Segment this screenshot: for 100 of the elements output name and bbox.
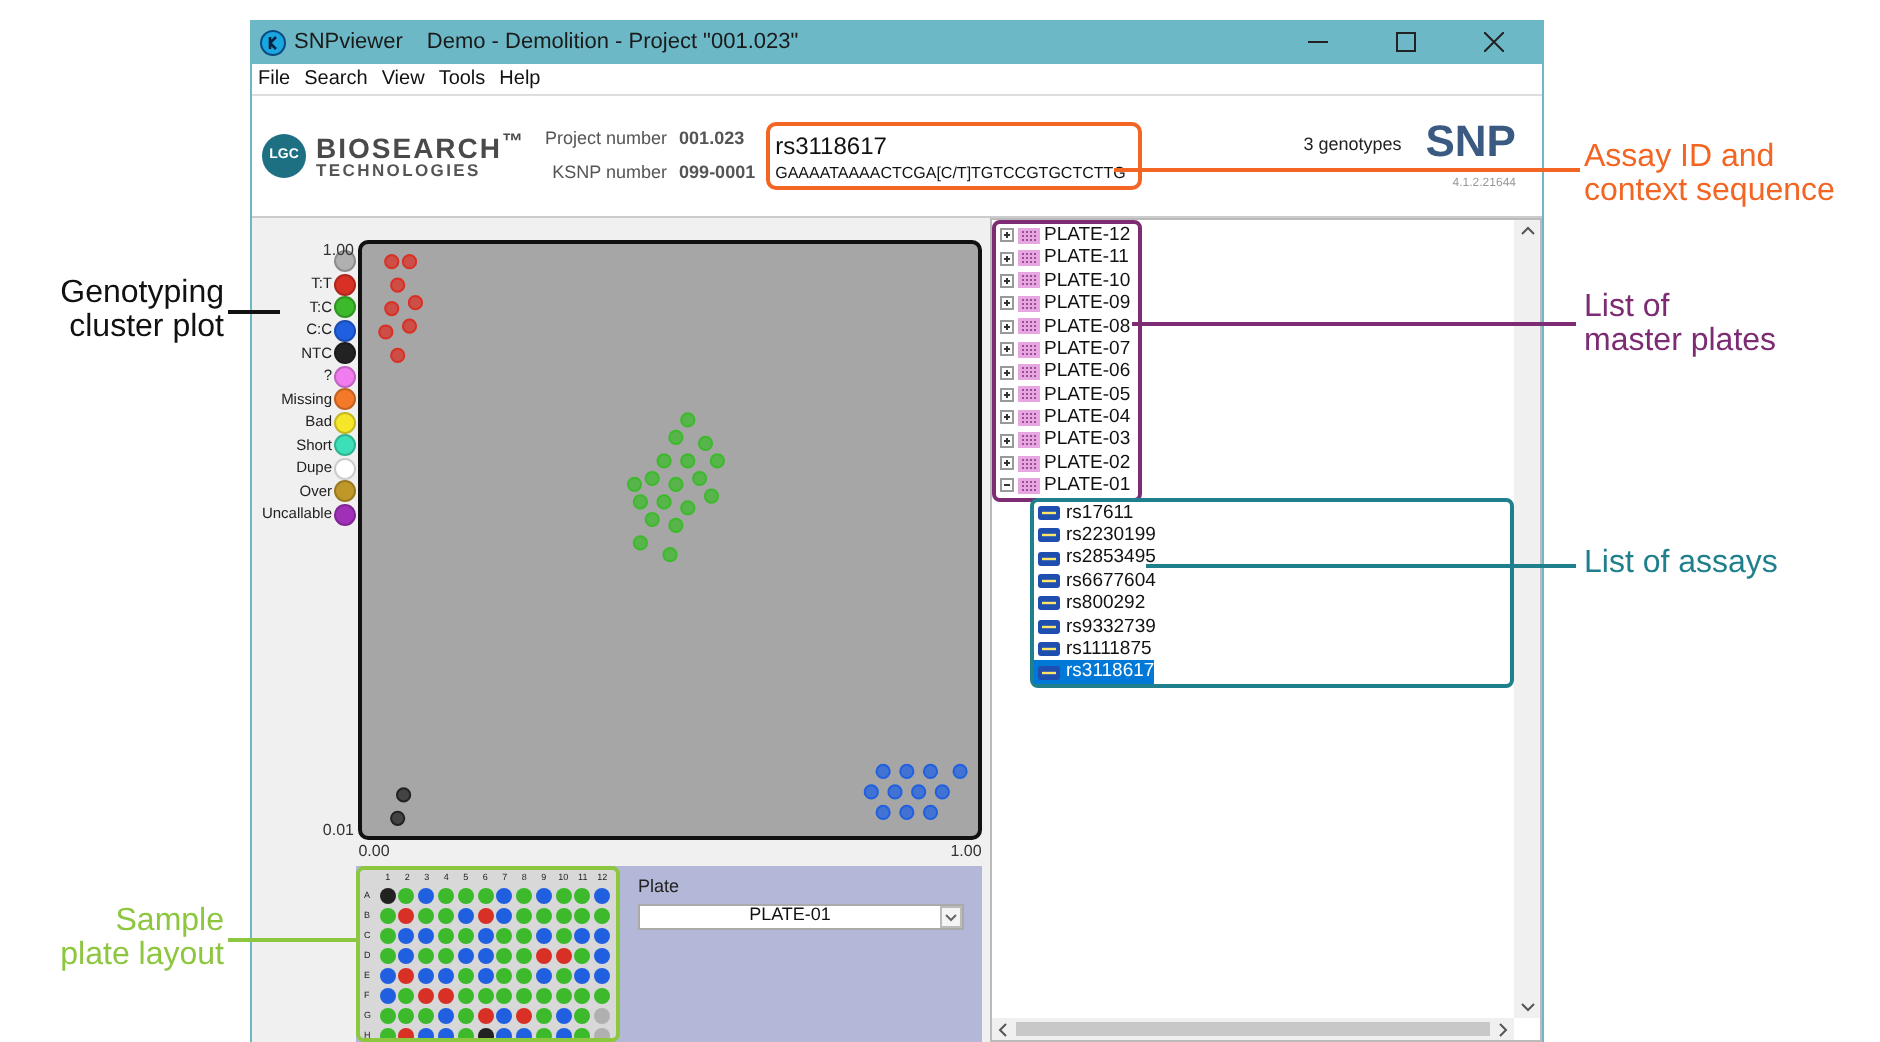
plate-icon — [1018, 386, 1040, 403]
leader-line — [228, 310, 280, 314]
brand-subtitle: TECHNOLOGIES — [316, 161, 483, 179]
field-value: 099-0001 — [679, 160, 756, 186]
data-point — [922, 763, 939, 780]
vertical-scrollbar[interactable] — [1514, 220, 1540, 1018]
assay-icon — [1038, 528, 1060, 543]
tree-item[interactable]: PLATE-05 — [1044, 385, 1131, 405]
data-point — [934, 784, 950, 800]
expand-icon[interactable] — [1000, 387, 1014, 402]
field-value: 001.023 — [679, 125, 747, 151]
expand-icon[interactable] — [1000, 342, 1014, 357]
expand-icon[interactable] — [1000, 296, 1014, 311]
tree-item[interactable]: rs800292 — [1034, 592, 1146, 616]
expand-icon[interactable] — [1000, 365, 1014, 380]
data-point — [875, 804, 891, 821]
tree-item[interactable]: PLATE-07 — [1044, 339, 1131, 359]
assay-id: rs3118617 — [775, 130, 889, 164]
expand-icon[interactable] — [1000, 319, 1014, 334]
horizontal-scrollbar[interactable] — [992, 1018, 1514, 1040]
tree-item[interactable]: PLATE-11 — [1044, 248, 1129, 268]
assay-icon — [1038, 665, 1060, 680]
tree-item[interactable]: PLATE-09 — [1044, 294, 1131, 314]
assay-icon — [1038, 574, 1060, 589]
plate-icon — [1018, 272, 1040, 289]
tree-item[interactable]: rs6677604 — [1034, 569, 1156, 593]
callout-label: List of master plates — [1584, 290, 1777, 358]
plate-icon — [1018, 477, 1040, 494]
expand-icon[interactable] — [1000, 251, 1014, 266]
context-sequence: GAAAATAAAACTCGA[C/T]TGTCCGTGCTCTTG — [775, 164, 1128, 184]
expand-icon[interactable] — [1000, 273, 1014, 288]
product-logo: SNP — [1425, 119, 1516, 163]
close-icon — [1484, 32, 1504, 52]
tree-item[interactable]: PLATE-10 — [1044, 271, 1131, 291]
data-point — [875, 763, 891, 780]
plate-icon — [1018, 364, 1040, 381]
genotype-count: 3 genotypes — [1303, 132, 1402, 159]
maximize-icon — [1396, 32, 1416, 52]
menu-item[interactable]: Help — [499, 64, 541, 94]
assay-icon — [1038, 619, 1060, 634]
field-label: KSNP number — [550, 160, 668, 186]
tree-item[interactable]: rs17611 — [1034, 501, 1134, 525]
axis-tick-label: 1.00 — [950, 842, 982, 860]
menu-item[interactable]: View — [381, 64, 425, 94]
plate-icon — [1018, 341, 1040, 358]
plate-icon — [1018, 295, 1040, 312]
data-point — [390, 347, 406, 364]
tree-item[interactable]: PLATE-06 — [1044, 362, 1131, 382]
plate-icon — [1018, 409, 1040, 426]
field-label: Project number — [545, 125, 668, 152]
assay-icon — [1038, 505, 1060, 520]
data-point — [632, 535, 648, 551]
plate-icon — [1018, 455, 1040, 472]
field-label: Plate — [638, 874, 682, 900]
menu-item[interactable]: Tools — [438, 64, 486, 94]
plate-icon — [1018, 432, 1040, 449]
callout-label: Genotyping cluster plot — [58, 276, 224, 344]
data-point — [662, 547, 678, 563]
tree-item[interactable]: PLATE-03 — [1044, 430, 1131, 450]
plate-icon — [1018, 318, 1040, 335]
data-point — [887, 784, 903, 800]
tree-item[interactable]: rs2853495 — [1034, 546, 1156, 570]
scroll-up-icon — [1519, 226, 1535, 236]
assay-icon — [1038, 596, 1060, 611]
tree-item[interactable]: rs9332739 — [1034, 615, 1156, 639]
axis-tick-label: 0.00 — [358, 842, 390, 860]
tree-item[interactable]: PLATE-08 — [1044, 317, 1131, 336]
assay-icon — [1038, 642, 1060, 657]
data-point — [922, 804, 939, 821]
menu-item[interactable]: File — [258, 64, 291, 94]
tree-item[interactable]: PLATE-04 — [1044, 408, 1131, 428]
axis-tick-label: 0.01 — [322, 821, 354, 840]
plate-icon — [1018, 250, 1040, 267]
axis-tick-label: 1.00 — [322, 240, 354, 259]
callout-label: List of assays — [1584, 546, 1778, 580]
callout-label: Sample plate layout — [58, 904, 224, 972]
brand-name: BIOSEARCH$^{™}$ — [316, 133, 526, 162]
expand-icon[interactable] — [1000, 410, 1014, 425]
expand-icon[interactable] — [1000, 456, 1014, 471]
data-point — [390, 810, 406, 826]
plate-dropdown[interactable]: PLATE-01 — [638, 903, 964, 929]
data-point — [863, 784, 879, 800]
window-subtitle: Demo - Demolition - Project "001.023" — [426, 27, 799, 58]
tree-item[interactable]: rs2230199 — [1034, 524, 1156, 547]
data-point — [952, 763, 968, 780]
scroll-down-icon — [1519, 1002, 1535, 1012]
tree-item[interactable]: PLATE-01 — [1044, 476, 1131, 496]
menu-item[interactable]: Search — [304, 64, 368, 94]
app-icon — [260, 29, 286, 55]
callout-label: Assay ID and context sequence — [1584, 140, 1835, 208]
scroll-left-icon — [998, 1021, 1008, 1037]
collapse-icon[interactable] — [1000, 478, 1014, 493]
expand-icon[interactable] — [1000, 228, 1014, 243]
expand-icon[interactable] — [1000, 433, 1014, 448]
tree-item[interactable]: PLATE-12 — [1044, 225, 1131, 245]
window-title: SNPviewer — [294, 27, 403, 58]
tree-item[interactable]: PLATE-02 — [1044, 453, 1131, 473]
data-point — [378, 324, 394, 340]
tree-item[interactable]: rs3118617 — [1034, 660, 1155, 684]
tree-item[interactable]: rs1111875 — [1034, 638, 1152, 661]
